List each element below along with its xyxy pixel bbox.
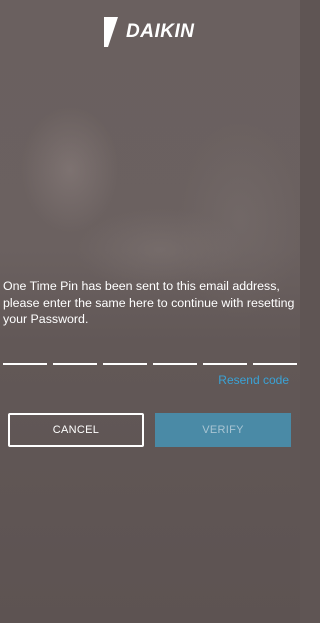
otp-input-group bbox=[3, 335, 297, 365]
otp-digit-1[interactable] bbox=[3, 335, 47, 365]
daikin-logo-icon bbox=[104, 17, 122, 47]
verify-button[interactable]: VERIFY bbox=[155, 413, 291, 447]
otp-digit-2[interactable] bbox=[53, 335, 97, 365]
resend-code-link[interactable]: Resend code bbox=[218, 373, 289, 387]
cancel-button[interactable]: CANCEL bbox=[8, 413, 144, 447]
brand-logo: DAIKIN bbox=[104, 16, 196, 48]
otp-digit-4[interactable] bbox=[153, 335, 197, 365]
otp-digit-6[interactable] bbox=[253, 335, 297, 365]
otp-digit-5[interactable] bbox=[203, 335, 247, 365]
otp-instruction-text: One Time Pin has been sent to this email… bbox=[3, 279, 295, 326]
otp-digit-3[interactable] bbox=[103, 335, 147, 365]
brand-name: DAIKIN bbox=[126, 21, 195, 42]
